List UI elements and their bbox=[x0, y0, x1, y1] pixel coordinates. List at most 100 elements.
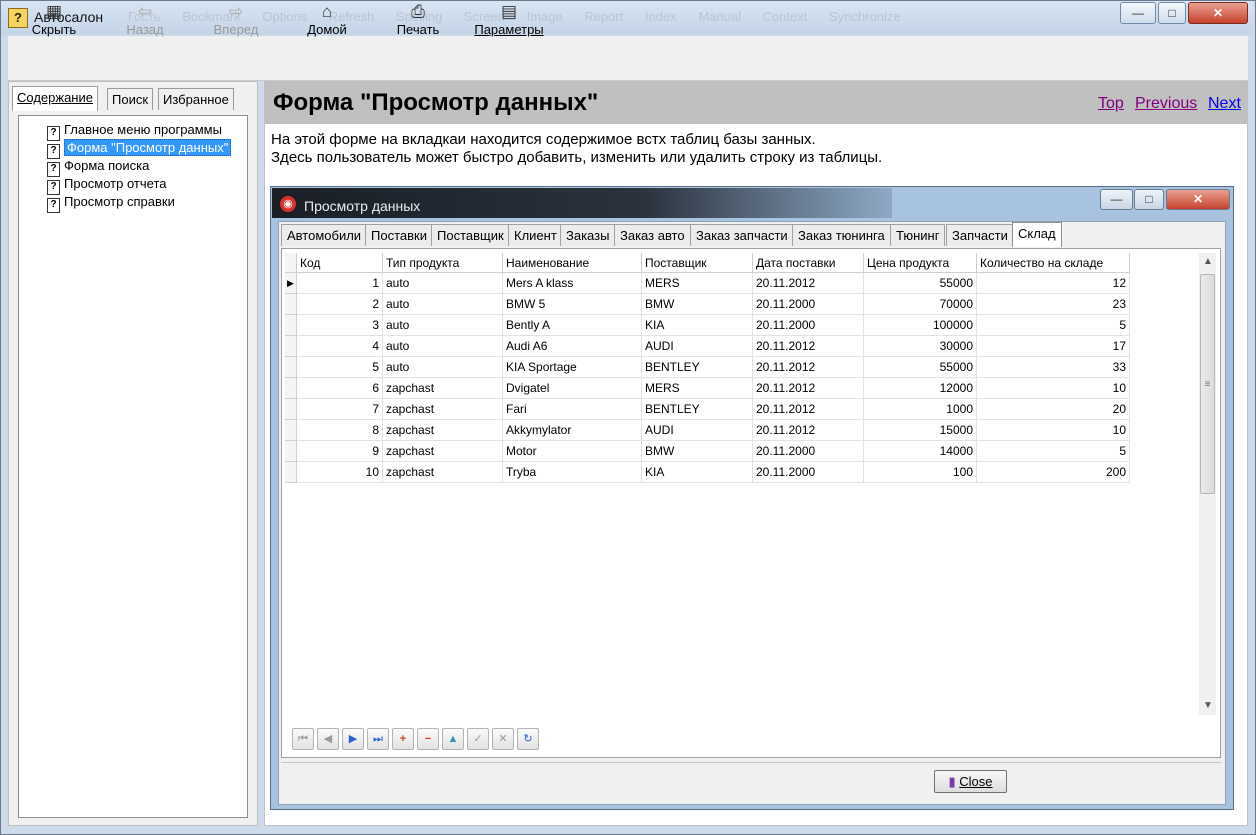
cell-price[interactable]: 15000 bbox=[864, 420, 977, 441]
cell-name[interactable]: Bently A bbox=[503, 315, 642, 336]
cell-name[interactable]: Akkymylator bbox=[503, 420, 642, 441]
data-grid[interactable]: Код Тип продукта Наименование Поставщик Дата… bbox=[285, 253, 1197, 715]
cell-delivery-date[interactable]: 20.11.2012 bbox=[753, 336, 864, 357]
tab-deliveries[interactable]: Поставки bbox=[365, 224, 433, 246]
cell-delivery-date[interactable]: 20.11.2012 bbox=[753, 273, 864, 294]
refresh-icon[interactable]: ↻ bbox=[517, 728, 539, 750]
cell-product-type[interactable]: auto bbox=[383, 336, 503, 357]
cell-stock-qty[interactable]: 12 bbox=[977, 273, 1130, 294]
cell-code[interactable]: 6 bbox=[297, 378, 383, 399]
cell-stock-qty[interactable]: 10 bbox=[977, 420, 1130, 441]
cell-name[interactable]: Audi A6 bbox=[503, 336, 642, 357]
cell-code[interactable]: 10 bbox=[297, 462, 383, 483]
tab-favorites[interactable]: Избранное bbox=[158, 88, 234, 110]
tab-automobiles[interactable]: Автомобили bbox=[281, 224, 368, 246]
tab-supplier[interactable]: Поставщик bbox=[431, 224, 510, 246]
cell-price[interactable]: 14000 bbox=[864, 441, 977, 462]
cell-supplier[interactable]: MERS bbox=[642, 273, 753, 294]
cell-code[interactable]: 8 bbox=[297, 420, 383, 441]
row-indicator[interactable] bbox=[285, 315, 297, 336]
row-indicator[interactable] bbox=[285, 462, 297, 483]
tree-item-search-form[interactable]: ? Форма поиска bbox=[47, 157, 149, 177]
cell-product-type[interactable]: auto bbox=[383, 273, 503, 294]
cell-delivery-date[interactable]: 20.11.2000 bbox=[753, 462, 864, 483]
cell-name[interactable]: Motor bbox=[503, 441, 642, 462]
cell-price[interactable]: 30000 bbox=[864, 336, 977, 357]
post-record-icon[interactable]: ✓ bbox=[467, 728, 489, 750]
cell-product-type[interactable]: zapchast bbox=[383, 399, 503, 420]
cell-delivery-date[interactable]: 20.11.2012 bbox=[753, 357, 864, 378]
forward-button[interactable]: ⇨ Вперед bbox=[196, 2, 276, 37]
scroll-down-arrow-icon[interactable]: ▼ bbox=[1203, 700, 1213, 711]
cell-product-type[interactable]: zapchast bbox=[383, 420, 503, 441]
tab-warehouse[interactable]: Склад bbox=[1012, 222, 1062, 247]
cell-supplier[interactable]: BMW bbox=[642, 441, 753, 462]
cell-stock-qty[interactable]: 23 bbox=[977, 294, 1130, 315]
prior-record-icon[interactable]: ◀ bbox=[317, 728, 339, 750]
row-indicator[interactable] bbox=[285, 399, 297, 420]
cell-stock-qty[interactable]: 5 bbox=[977, 441, 1130, 462]
cell-delivery-date[interactable]: 20.11.2012 bbox=[753, 378, 864, 399]
scrollbar-thumb[interactable]: ≡ bbox=[1200, 274, 1215, 494]
column-header-code[interactable]: Код bbox=[297, 253, 383, 273]
column-header-product-type[interactable]: Тип продукта bbox=[383, 253, 503, 273]
row-indicator[interactable] bbox=[285, 420, 297, 441]
tab-client[interactable]: Клиент bbox=[508, 224, 563, 246]
cell-supplier[interactable]: KIA bbox=[642, 315, 753, 336]
cell-price[interactable]: 55000 bbox=[864, 273, 977, 294]
cell-name[interactable]: Dvigatel bbox=[503, 378, 642, 399]
hide-button[interactable]: ▦ Скрыть bbox=[14, 2, 94, 37]
app-close-button[interactable]: ✕ bbox=[1166, 189, 1230, 210]
cell-stock-qty[interactable]: 200 bbox=[977, 462, 1130, 483]
column-header-price[interactable]: Цена продукта bbox=[864, 253, 977, 273]
cell-price[interactable]: 100 bbox=[864, 462, 977, 483]
print-button[interactable]: ⎙ Печать bbox=[378, 2, 458, 37]
tree-item-help-view[interactable]: ? Просмотр справки bbox=[47, 193, 175, 213]
tree-item-report-view[interactable]: ? Просмотр отчета bbox=[47, 175, 167, 195]
cell-code[interactable]: 3 bbox=[297, 315, 383, 336]
cell-product-type[interactable]: zapchast bbox=[383, 378, 503, 399]
row-indicator[interactable]: ▶ bbox=[285, 273, 297, 294]
tree-item-data-view[interactable]: ? Форма "Просмотр данных" bbox=[47, 139, 232, 159]
cell-stock-qty[interactable]: 33 bbox=[977, 357, 1130, 378]
cell-delivery-date[interactable]: 20.11.2000 bbox=[753, 315, 864, 336]
maximize-button[interactable]: □ bbox=[1158, 2, 1186, 24]
cell-price[interactable]: 70000 bbox=[864, 294, 977, 315]
cell-code[interactable]: 7 bbox=[297, 399, 383, 420]
tab-search[interactable]: Поиск bbox=[107, 88, 154, 110]
cell-delivery-date[interactable]: 20.11.2000 bbox=[753, 294, 864, 315]
cell-stock-qty[interactable]: 10 bbox=[977, 378, 1130, 399]
edit-record-icon[interactable]: ▲ bbox=[442, 728, 464, 750]
row-indicator[interactable] bbox=[285, 294, 297, 315]
scroll-up-arrow-icon[interactable]: ▲ bbox=[1203, 256, 1213, 267]
cell-name[interactable]: BMW 5 bbox=[503, 294, 642, 315]
cell-delivery-date[interactable]: 20.11.2012 bbox=[753, 420, 864, 441]
cell-code[interactable]: 4 bbox=[297, 336, 383, 357]
cell-product-type[interactable]: auto bbox=[383, 294, 503, 315]
cell-product-type[interactable]: zapchast bbox=[383, 441, 503, 462]
tree-item-main-menu[interactable]: ? Главное меню программы bbox=[47, 121, 222, 141]
next-link[interactable]: Next bbox=[1208, 95, 1241, 113]
close-button[interactable]: ▮ Close bbox=[934, 770, 1007, 793]
cell-stock-qty[interactable]: 17 bbox=[977, 336, 1130, 357]
column-header-name[interactable]: Наименование bbox=[503, 253, 642, 273]
home-button[interactable]: ⌂ Домой bbox=[287, 2, 367, 37]
minimize-button[interactable]: — bbox=[1120, 2, 1156, 24]
cell-supplier[interactable]: BENTLEY bbox=[642, 399, 753, 420]
tab-car-orders[interactable]: Заказ авто bbox=[614, 224, 691, 246]
cell-supplier[interactable]: MERS bbox=[642, 378, 753, 399]
tab-orders[interactable]: Заказы bbox=[560, 224, 616, 246]
next-record-icon[interactable]: ▶ bbox=[342, 728, 364, 750]
insert-record-icon[interactable]: + bbox=[392, 728, 414, 750]
tab-parts-orders[interactable]: Заказ запчасти bbox=[690, 224, 794, 246]
cell-product-type[interactable]: auto bbox=[383, 315, 503, 336]
row-indicator[interactable] bbox=[285, 441, 297, 462]
cell-delivery-date[interactable]: 20.11.2000 bbox=[753, 441, 864, 462]
column-header-supplier[interactable]: Поставщик bbox=[642, 253, 753, 273]
row-indicator[interactable] bbox=[285, 378, 297, 399]
tab-parts[interactable]: Запчасти bbox=[946, 224, 1014, 246]
cell-name[interactable]: Mers A klass bbox=[503, 273, 642, 294]
row-indicator[interactable] bbox=[285, 336, 297, 357]
cell-supplier[interactable]: KIA bbox=[642, 462, 753, 483]
cell-name[interactable]: Fari bbox=[503, 399, 642, 420]
